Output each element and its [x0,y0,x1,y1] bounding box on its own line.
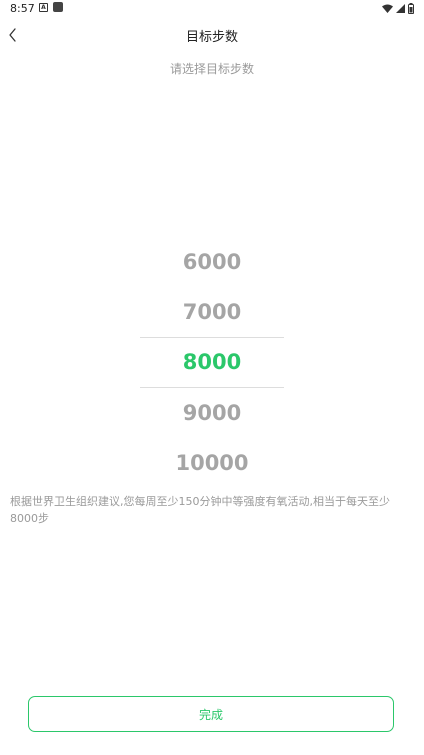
status-bar: 8:57 A [0,0,424,18]
recommendation-text: 根据世界卫生组织建议,您每周至少150分钟中等强度有氧活动,相当于每天至少800… [10,495,390,525]
picker-option[interactable]: 7000 [0,287,424,337]
status-time: 8:57 [10,2,35,15]
page-title: 目标步数 [185,30,238,45]
signal-icon [396,3,405,13]
picker-option-selected[interactable]: 8000 [0,337,424,387]
done-button[interactable]: 完成 [28,696,394,732]
picker-option[interactable]: 9000 [0,388,424,438]
picker-option[interactable]: 10000 [0,438,424,488]
step-goal-picker[interactable]: 6000 7000 8000 9000 10000 [0,236,424,488]
notification-app-icon [53,2,63,12]
battery-icon [408,2,414,14]
notification-a-icon: A [39,3,48,12]
picker-option[interactable]: 6000 [0,237,424,287]
header: 目标步数 [0,20,424,50]
picker-hint: 请选择目标步数 [169,62,254,76]
status-icons [382,2,414,14]
wifi-icon [382,4,393,13]
